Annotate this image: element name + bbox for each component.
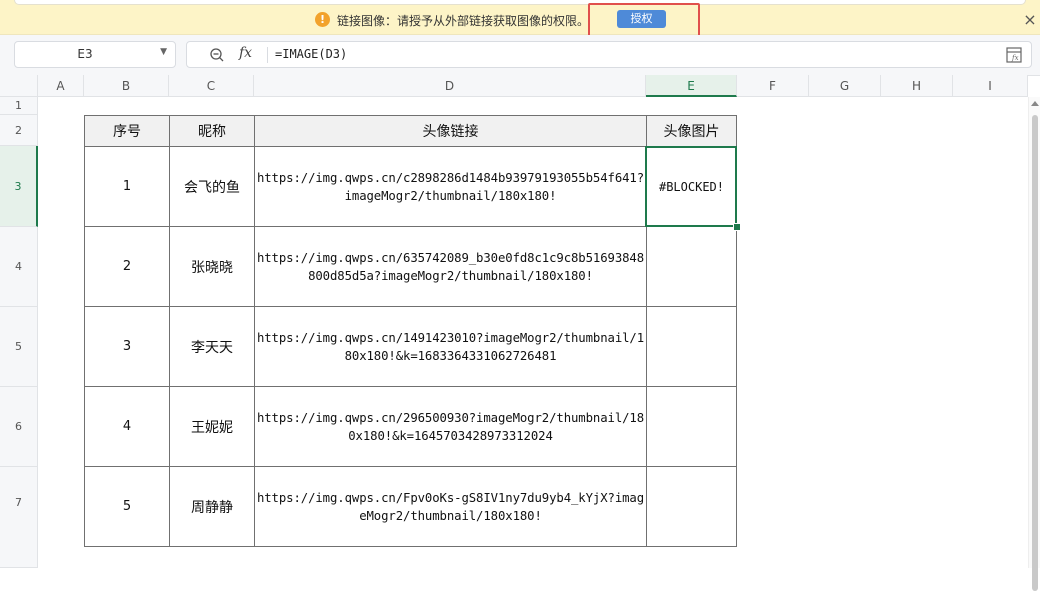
formula-separator <box>267 47 268 63</box>
table-header-index[interactable]: 序号 <box>84 115 170 147</box>
column-header-d[interactable]: D <box>254 75 646 97</box>
table-cell-avatar-url[interactable]: https://img.qwps.cn/296500930?imageMogr2… <box>254 386 647 467</box>
table-cell-nickname[interactable]: 周静静 <box>169 466 255 547</box>
row-header-1[interactable]: 1 <box>0 97 38 115</box>
column-header-b[interactable]: B <box>84 75 169 97</box>
warning-icon: ! <box>315 12 330 27</box>
column-header-e[interactable]: E <box>646 75 737 97</box>
authorize-button[interactable]: 授权 <box>617 10 666 28</box>
table-header-nickname[interactable]: 昵称 <box>169 115 255 147</box>
top-strip <box>0 0 1040 8</box>
table-cell-avatar-url[interactable]: https://img.qwps.cn/1491423010?imageMogr… <box>254 306 647 387</box>
column-header-g[interactable]: G <box>809 75 881 97</box>
table-cell-avatar-image[interactable] <box>646 466 737 547</box>
table-cell-index[interactable]: 1 <box>84 146 170 227</box>
formula-input-area[interactable]: fx =IMAGE(D3) fx <box>186 41 1032 68</box>
scrollbar-thumb[interactable] <box>1032 115 1038 591</box>
notification-message: 链接图像：请授予从外部链接获取图像的权限。 <box>337 14 590 28</box>
table-cell-nickname[interactable]: 张晓晓 <box>169 226 255 307</box>
table-header-avatar-url[interactable]: 头像链接 <box>254 115 647 147</box>
column-header-i[interactable]: I <box>953 75 1028 97</box>
expand-formula-icon[interactable]: fx <box>1005 46 1023 64</box>
close-icon[interactable]: × <box>1021 10 1039 30</box>
vertical-scrollbar[interactable] <box>1028 97 1040 591</box>
table-cell-avatar-image[interactable] <box>646 226 737 307</box>
column-header-a[interactable]: A <box>38 75 84 97</box>
select-all-corner[interactable] <box>0 75 38 97</box>
row-header-6[interactable]: 6 <box>0 387 38 467</box>
scroll-up-arrow-icon[interactable] <box>1031 101 1039 106</box>
fill-handle[interactable] <box>733 223 741 231</box>
row-header-7[interactable]: 7 <box>0 467 38 568</box>
table-cell-nickname[interactable]: 会飞的鱼 <box>169 146 255 227</box>
table-cell-avatar-image[interactable] <box>646 306 737 387</box>
formula-text[interactable]: =IMAGE(D3) <box>275 47 347 61</box>
column-header-h[interactable]: H <box>881 75 953 97</box>
table-header-avatar-image[interactable]: 头像图片 <box>646 115 737 147</box>
name-box-value: E3 <box>77 47 93 61</box>
table-cell-index[interactable]: 4 <box>84 386 170 467</box>
table-cell-nickname[interactable]: 李天天 <box>169 306 255 387</box>
column-header-f[interactable]: F <box>737 75 809 97</box>
row-header-2[interactable]: 2 <box>0 115 38 146</box>
active-cell-selection <box>645 146 737 227</box>
table-cell-nickname[interactable]: 王妮妮 <box>169 386 255 467</box>
table-cell-index[interactable]: 3 <box>84 306 170 387</box>
zoom-out-icon[interactable] <box>209 47 225 63</box>
table-cell-avatar-url[interactable]: https://img.qwps.cn/635742089_b30e0fd8c1… <box>254 226 647 307</box>
table-cell-index[interactable]: 5 <box>84 466 170 547</box>
table-cell-avatar-image[interactable] <box>646 386 737 467</box>
fx-icon[interactable]: fx <box>239 45 252 61</box>
row-header-4[interactable]: 4 <box>0 227 38 307</box>
table-cell-avatar-url[interactable]: https://img.qwps.cn/c2898286d1484b939791… <box>254 146 647 227</box>
name-box[interactable]: E3 ▼ <box>14 41 176 68</box>
notification-bar: ! 链接图像：请授予从外部链接获取图像的权限。 授权 × <box>0 3 1040 38</box>
top-card-edge <box>14 0 1026 5</box>
svg-text:fx: fx <box>1011 54 1019 62</box>
chevron-down-icon[interactable]: ▼ <box>160 47 167 57</box>
row-header-3[interactable]: 3 <box>0 146 38 227</box>
formula-bar: E3 ▼ fx =IMAGE(D3) fx <box>0 35 1040 76</box>
table-cell-index[interactable]: 2 <box>84 226 170 307</box>
row-header-5[interactable]: 5 <box>0 307 38 387</box>
column-header-c[interactable]: C <box>169 75 254 97</box>
table-cell-avatar-url[interactable]: https://img.qwps.cn/Fpv0oKs-gS8IV1ny7du9… <box>254 466 647 547</box>
